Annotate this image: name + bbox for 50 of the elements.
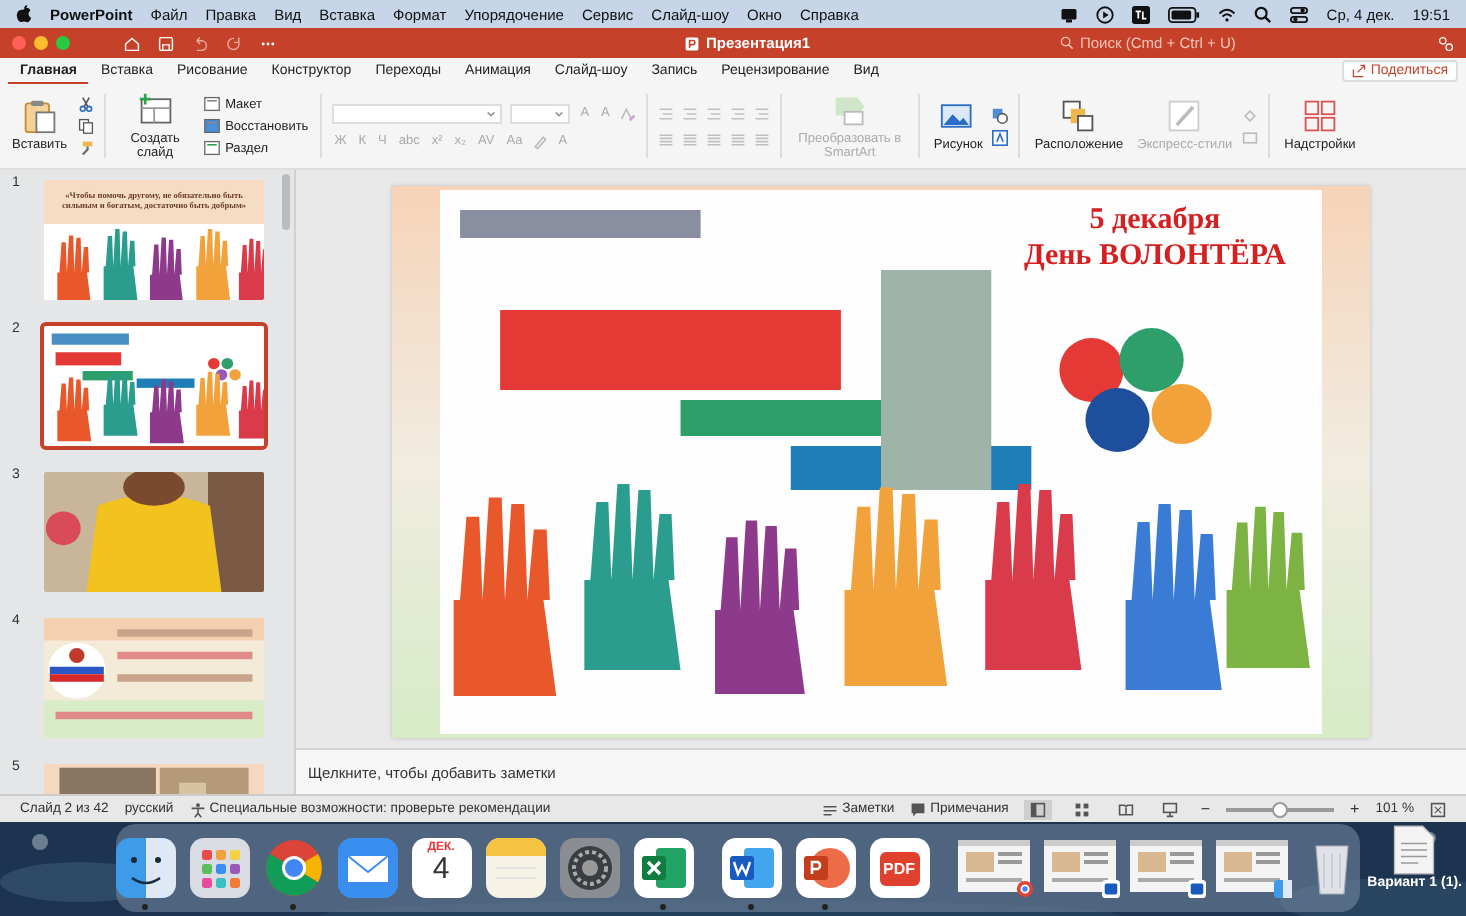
slide-sorter-icon <box>1074 801 1091 817</box>
scrollbar[interactable] <box>282 174 290 230</box>
keyboard-layout-icon[interactable] <box>1132 5 1151 23</box>
slide-layout-icon <box>203 118 220 134</box>
slide-canvas[interactable]: 5 декабря День ВОЛОНТЁРА <box>392 186 1370 738</box>
view-button[interactable] <box>1024 799 1053 819</box>
apple-logo-icon[interactable] <box>16 4 32 24</box>
undo-icon[interactable] <box>192 35 208 51</box>
notes-icon <box>822 801 839 817</box>
caret-icon <box>486 109 497 117</box>
text-box-icon[interactable] <box>992 129 1009 145</box>
normal-view-icon <box>1030 801 1047 817</box>
zoom-out-button[interactable]: − <box>1200 800 1211 818</box>
arrange-icon <box>1060 98 1097 135</box>
comment-icon <box>910 801 927 817</box>
slide-layout-icon <box>203 140 220 156</box>
redo-icon[interactable] <box>226 35 242 51</box>
share-icon <box>1352 64 1367 78</box>
control-center-icon[interactable] <box>1290 5 1309 23</box>
grid-icon <box>1301 98 1338 135</box>
slide-title-date: 5 декабря <box>1089 202 1221 238</box>
clipboard-icon <box>21 98 58 135</box>
smartart-icon <box>831 91 868 128</box>
caret-icon <box>554 109 565 117</box>
reading-view-icon <box>1118 801 1135 817</box>
slider-thumb[interactable] <box>1272 801 1289 817</box>
search-icon <box>1060 36 1074 50</box>
search-icon[interactable] <box>1254 5 1273 23</box>
shapes-icon[interactable] <box>992 107 1009 123</box>
fit-slide-icon[interactable] <box>1430 801 1446 817</box>
save-icon[interactable] <box>158 35 174 51</box>
new-slide-icon <box>137 91 174 128</box>
home-icon[interactable] <box>124 35 140 51</box>
copy-icon[interactable] <box>77 118 94 134</box>
powerpoint-file-icon <box>684 35 700 51</box>
quick-styles-icon <box>1166 98 1203 135</box>
minimize-button[interactable] <box>34 36 48 50</box>
collaboration-icon[interactable] <box>1438 35 1454 51</box>
format-painter-icon[interactable] <box>77 140 94 156</box>
font-size-field[interactable] <box>510 103 571 123</box>
wifi-icon[interactable] <box>1218 5 1237 23</box>
zoom-in-button[interactable]: + <box>1350 800 1360 818</box>
battery-icon[interactable] <box>1168 5 1201 23</box>
font-name-field[interactable] <box>332 103 503 123</box>
accessibility-icon <box>189 801 206 817</box>
slide-layout-icon <box>203 96 220 112</box>
slideshow-icon <box>1162 801 1179 817</box>
scissors-icon[interactable] <box>77 96 94 112</box>
play-icon[interactable] <box>1096 5 1115 23</box>
slide-title: День ВОЛОНТЁРА <box>1023 238 1286 274</box>
